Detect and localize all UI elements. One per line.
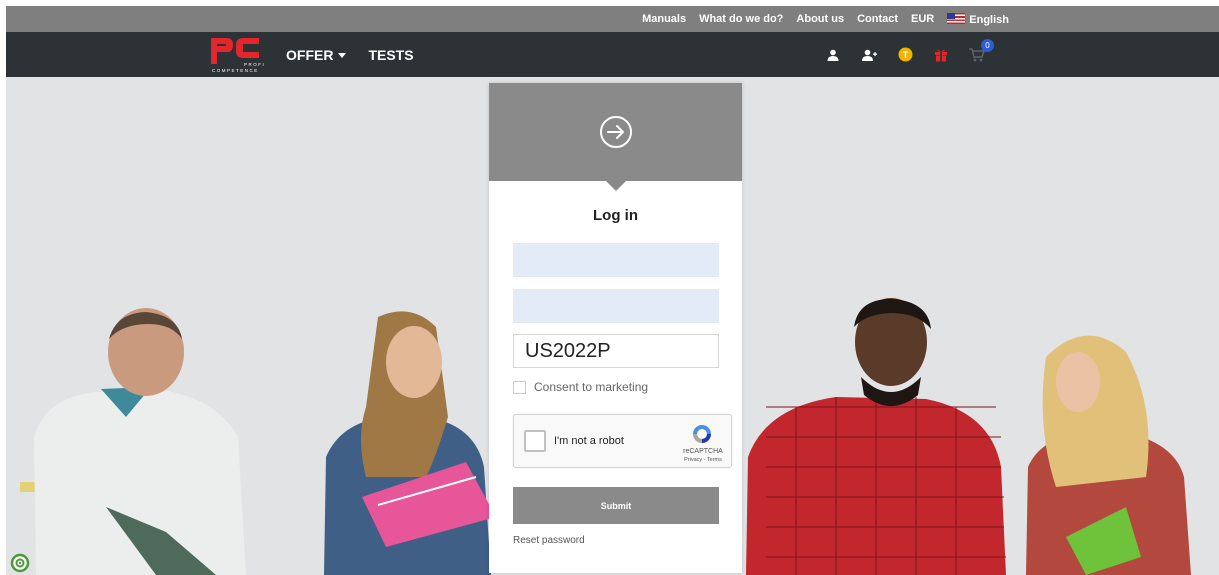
coin-icon[interactable]: T — [897, 47, 913, 63]
cart-icon[interactable]: 0 — [969, 38, 994, 63]
add-user-icon[interactable] — [861, 47, 877, 63]
main-menu: OFFER TESTS — [286, 32, 414, 77]
cart-count-badge: 0 — [981, 38, 994, 52]
logo-text-competence: COMPETENCE — [212, 68, 259, 73]
site-logo[interactable]: PROFI COMPETENCE — [209, 36, 264, 74]
top-links: Manuals What do we do? About us Contact … — [642, 6, 1009, 32]
language-selector[interactable]: English — [947, 12, 1009, 26]
consent-row: Consent to marketing — [513, 380, 648, 394]
us-flag-icon — [947, 12, 966, 24]
recaptcha-widget: I'm not a robot reCAPTCHA Privacy - Term… — [513, 414, 732, 468]
accessibility-icon[interactable] — [10, 553, 30, 573]
recaptcha-label: I'm not a robot — [554, 435, 624, 447]
language-label: English — [969, 13, 1009, 26]
login-title: Log in — [593, 207, 638, 224]
menu-offer[interactable]: OFFER — [286, 46, 347, 63]
logo-text-profi: PROFI — [244, 62, 266, 67]
nav-icons: T 0 — [825, 32, 994, 77]
login-field[interactable] — [513, 243, 719, 277]
currency-selector[interactable]: EUR — [911, 13, 934, 25]
password-field[interactable] — [513, 289, 719, 323]
code-field[interactable] — [513, 334, 719, 368]
menu-offer-label: OFFER — [286, 46, 334, 63]
submit-button[interactable]: Submit — [513, 487, 719, 524]
recaptcha-checkbox[interactable] — [524, 430, 546, 452]
user-icon[interactable] — [825, 47, 841, 63]
svg-text:T: T — [902, 50, 908, 60]
link-manuals[interactable]: Manuals — [642, 13, 686, 25]
recaptcha-terms-link[interactable]: Privacy - Terms — [678, 457, 728, 463]
login-card-header — [489, 83, 742, 181]
consent-label: Consent to marketing — [534, 380, 649, 394]
main-navbar — [6, 32, 1219, 77]
login-arrow-icon — [599, 116, 632, 148]
link-what-we-do[interactable]: What do we do? — [699, 13, 783, 25]
menu-tests[interactable]: TESTS — [368, 47, 413, 63]
top-utility-bar: Manuals What do we do? About us Contact … — [6, 6, 1219, 32]
recaptcha-logo-icon — [693, 425, 711, 443]
login-card: Log in Consent to marketing I'm not a ro… — [489, 83, 742, 573]
recaptcha-brand: reCAPTCHA — [683, 448, 723, 455]
header-notch — [606, 181, 626, 191]
link-contact[interactable]: Contact — [857, 13, 898, 25]
reset-password-link[interactable]: Reset password — [513, 535, 585, 546]
gift-icon[interactable] — [933, 47, 949, 63]
consent-checkbox[interactable] — [513, 380, 526, 394]
caret-down-icon — [338, 52, 347, 58]
link-about-us[interactable]: About us — [796, 13, 844, 25]
